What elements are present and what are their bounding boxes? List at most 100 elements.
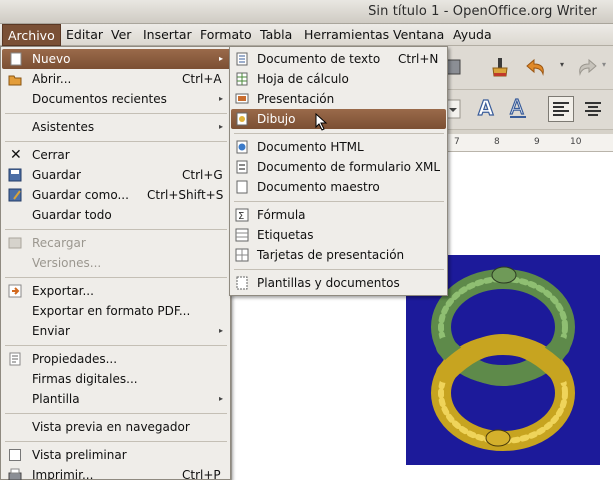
master-document-icon bbox=[236, 180, 248, 194]
menu-item-exportar-pdf[interactable]: Exportar en formato PDF... bbox=[1, 301, 230, 321]
mouse-cursor-icon bbox=[315, 113, 328, 131]
nuevo-submenu: Documento de texto Ctrl+N Hoja de cálcul… bbox=[229, 46, 448, 296]
menu-separator bbox=[5, 441, 227, 442]
html-document-icon bbox=[236, 140, 248, 154]
labels-icon bbox=[235, 228, 249, 242]
submenu-arrow-icon: ▸ bbox=[219, 54, 224, 63]
svg-text:A: A bbox=[478, 96, 494, 120]
ruler-tick: 8 bbox=[494, 137, 500, 147]
menu-tabla[interactable]: Tabla bbox=[255, 24, 297, 46]
formula-icon: Σ bbox=[235, 208, 249, 222]
submenu-item-documento-texto[interactable]: Documento de texto Ctrl+N bbox=[230, 49, 447, 69]
menu-item-asistentes[interactable]: Asistentes ▸ bbox=[1, 117, 230, 137]
menu-item-versiones[interactable]: Versiones... bbox=[1, 253, 230, 273]
menu-separator bbox=[5, 413, 227, 414]
reload-icon bbox=[8, 237, 22, 249]
submenu-item-formula[interactable]: Σ Fórmula bbox=[230, 205, 447, 225]
menu-ayuda[interactable]: Ayuda bbox=[448, 24, 497, 46]
new-document-icon bbox=[10, 52, 22, 66]
submenu-item-documento-html[interactable]: Documento HTML bbox=[230, 137, 447, 157]
menu-item-firmas-digitales[interactable]: Firmas digitales... bbox=[1, 369, 230, 389]
menu-item-enviar[interactable]: Enviar ▸ bbox=[1, 321, 230, 341]
svg-text:Σ: Σ bbox=[238, 211, 244, 222]
drawing-icon bbox=[236, 112, 248, 126]
submenu-item-dibujo[interactable]: Dibujo bbox=[231, 109, 446, 131]
menu-separator bbox=[5, 113, 227, 114]
menu-item-plantilla[interactable]: Plantilla ▸ bbox=[1, 389, 230, 409]
title-bar: Sin título 1 - OpenOffice.org Writer bbox=[0, 0, 613, 24]
menu-ver[interactable]: Ver bbox=[106, 24, 136, 46]
menu-item-imprimir[interactable]: Imprimir... Ctrl+P bbox=[1, 465, 230, 480]
font-bold-a-icon[interactable]: A bbox=[476, 96, 498, 120]
submenu-arrow-icon: ▸ bbox=[219, 122, 224, 131]
menu-item-exportar[interactable]: Exportar... bbox=[1, 281, 230, 301]
menu-item-vista-previa-navegador[interactable]: Vista previa en navegador bbox=[1, 417, 230, 437]
print-preview-icon[interactable] bbox=[446, 58, 462, 76]
menu-item-recargar[interactable]: Recargar bbox=[1, 233, 230, 253]
menu-item-guardar-todo[interactable]: Guardar todo bbox=[1, 205, 230, 225]
undo-dropdown-icon[interactable]: ▾ bbox=[560, 60, 564, 69]
export-icon bbox=[8, 284, 22, 298]
menu-insertar[interactable]: Insertar bbox=[138, 24, 197, 46]
menu-separator bbox=[234, 201, 444, 202]
templates-icon bbox=[236, 276, 248, 290]
ruler-tick: 9 bbox=[534, 137, 540, 147]
align-left-icon[interactable] bbox=[548, 96, 574, 122]
close-x-icon: ✕ bbox=[10, 147, 22, 163]
redo-dropdown-icon[interactable]: ▾ bbox=[602, 60, 606, 69]
redo-icon[interactable] bbox=[576, 56, 598, 78]
save-as-icon bbox=[8, 188, 22, 202]
submenu-item-plantillas-documentos[interactable]: Plantillas y documentos bbox=[230, 273, 447, 293]
menu-item-abrir[interactable]: Abrir... Ctrl+A bbox=[1, 69, 230, 89]
align-center-icon[interactable] bbox=[580, 96, 606, 122]
spreadsheet-icon bbox=[236, 72, 248, 86]
menu-separator bbox=[5, 229, 227, 230]
submenu-item-documento-maestro[interactable]: Documento maestro bbox=[230, 177, 447, 197]
submenu-arrow-icon: ▸ bbox=[219, 394, 224, 403]
menu-editar[interactable]: Editar bbox=[61, 24, 108, 46]
submenu-item-etiquetas[interactable]: Etiquetas bbox=[230, 225, 447, 245]
menu-bar: Archivo Editar Ver Insertar Formato Tabl… bbox=[0, 24, 613, 46]
font-size-dropdown-icon[interactable] bbox=[446, 98, 462, 120]
menu-item-guardar[interactable]: Guardar Ctrl+G bbox=[1, 165, 230, 185]
menu-separator bbox=[5, 277, 227, 278]
text-document-icon bbox=[236, 52, 248, 66]
window-title: Sin título 1 - OpenOffice.org Writer bbox=[368, 4, 597, 19]
submenu-item-tarjetas-presentacion[interactable]: Tarjetas de presentación bbox=[230, 245, 447, 265]
menu-item-cerrar[interactable]: ✕ Cerrar bbox=[1, 145, 230, 165]
menu-item-nuevo[interactable]: Nuevo ▸ bbox=[2, 49, 231, 69]
properties-icon bbox=[9, 352, 21, 366]
archivo-menu: Nuevo ▸ Abrir... Ctrl+A Documentos recie… bbox=[0, 46, 231, 480]
menu-separator bbox=[5, 141, 227, 142]
submenu-arrow-icon: ▸ bbox=[219, 94, 224, 103]
checkbox-icon bbox=[9, 449, 21, 461]
menu-item-vista-preliminar[interactable]: Vista preliminar bbox=[1, 445, 230, 465]
menu-ventana[interactable]: Ventana bbox=[388, 24, 449, 46]
menu-item-propiedades[interactable]: Propiedades... bbox=[1, 349, 230, 369]
menu-formato[interactable]: Formato bbox=[195, 24, 257, 46]
business-cards-icon bbox=[235, 248, 249, 262]
menu-item-documentos-recientes[interactable]: Documentos recientes ▸ bbox=[1, 89, 230, 109]
paintbrush-icon[interactable] bbox=[488, 56, 510, 78]
submenu-arrow-icon: ▸ bbox=[219, 326, 224, 335]
open-folder-icon bbox=[8, 75, 22, 86]
menu-separator bbox=[234, 269, 444, 270]
menu-herramientas[interactable]: Herramientas bbox=[299, 24, 394, 46]
presentation-icon bbox=[235, 93, 249, 104]
menu-item-guardar-como[interactable]: Guardar como... Ctrl+Shift+S bbox=[1, 185, 230, 205]
menu-separator bbox=[234, 133, 444, 134]
menu-archivo[interactable]: Archivo bbox=[2, 24, 61, 46]
svg-text:A: A bbox=[510, 96, 524, 119]
ruler-tick: 10 bbox=[570, 137, 582, 147]
save-icon bbox=[8, 168, 22, 182]
print-icon bbox=[8, 468, 22, 480]
submenu-item-hoja-calculo[interactable]: Hoja de cálculo bbox=[230, 69, 447, 89]
xml-form-icon bbox=[236, 160, 248, 174]
submenu-item-documento-formulario-xml[interactable]: Documento de formulario XML bbox=[230, 157, 447, 177]
horizontal-ruler[interactable]: 7 8 9 10 bbox=[446, 134, 613, 152]
menu-separator bbox=[5, 345, 227, 346]
submenu-item-presentacion[interactable]: Presentación bbox=[230, 89, 447, 109]
undo-icon[interactable] bbox=[525, 56, 549, 78]
font-a-underline-icon[interactable]: A bbox=[508, 96, 530, 120]
ruler-tick: 7 bbox=[454, 137, 460, 147]
